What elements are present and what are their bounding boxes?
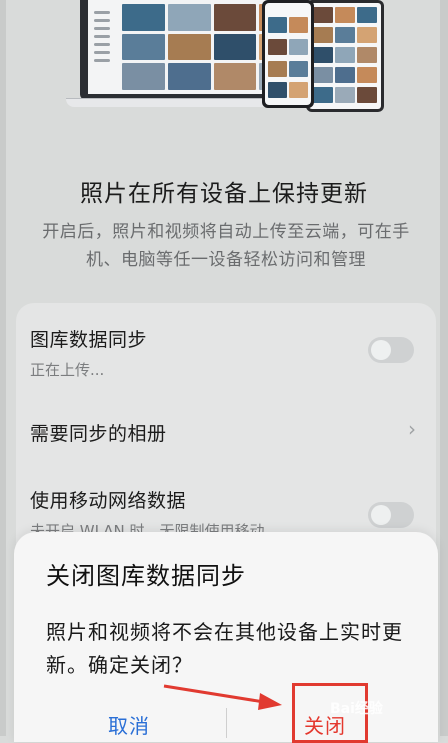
- page-description: 开启后，照片和视频将自动上传至云端，可在手机、电脑等任一设备轻松访问和管理: [42, 222, 410, 270]
- albums-to-sync-row[interactable]: 需要同步的相册 ›: [16, 395, 436, 465]
- watermark: Bai经验: [330, 701, 383, 717]
- gallery-sync-toggle[interactable]: [368, 337, 414, 363]
- dialog-title: 关闭图库数据同步: [46, 562, 246, 590]
- tablet-illustration: [306, 0, 384, 112]
- mobile-data-title: 使用移动网络数据: [30, 490, 187, 512]
- gallery-sync-status: 正在上传...: [30, 361, 105, 379]
- devices-illustration: [0, 0, 448, 120]
- sync-settings-card: 图库数据同步 正在上传... 需要同步的相册 › 使用移动网络数据 未开启 WL…: [16, 303, 436, 563]
- toggle-knob: [371, 505, 391, 525]
- toggle-knob: [371, 340, 391, 360]
- gallery-sync-title: 图库数据同步: [30, 329, 148, 351]
- phone-illustration: [262, 0, 314, 108]
- cancel-button[interactable]: 取消: [108, 710, 150, 739]
- dialog-message: 照片和视频将不会在其他设备上实时更新。确定关闭？: [46, 620, 403, 677]
- albums-to-sync-title: 需要同步的相册: [30, 423, 167, 445]
- gallery-sync-row[interactable]: 图库数据同步 正在上传...: [16, 303, 436, 393]
- annotation-arrow-icon: [163, 684, 282, 710]
- chevron-right-icon: ›: [408, 417, 416, 441]
- page-title: 照片在所有设备上保持更新: [80, 181, 368, 207]
- mobile-data-toggle[interactable]: [368, 502, 414, 528]
